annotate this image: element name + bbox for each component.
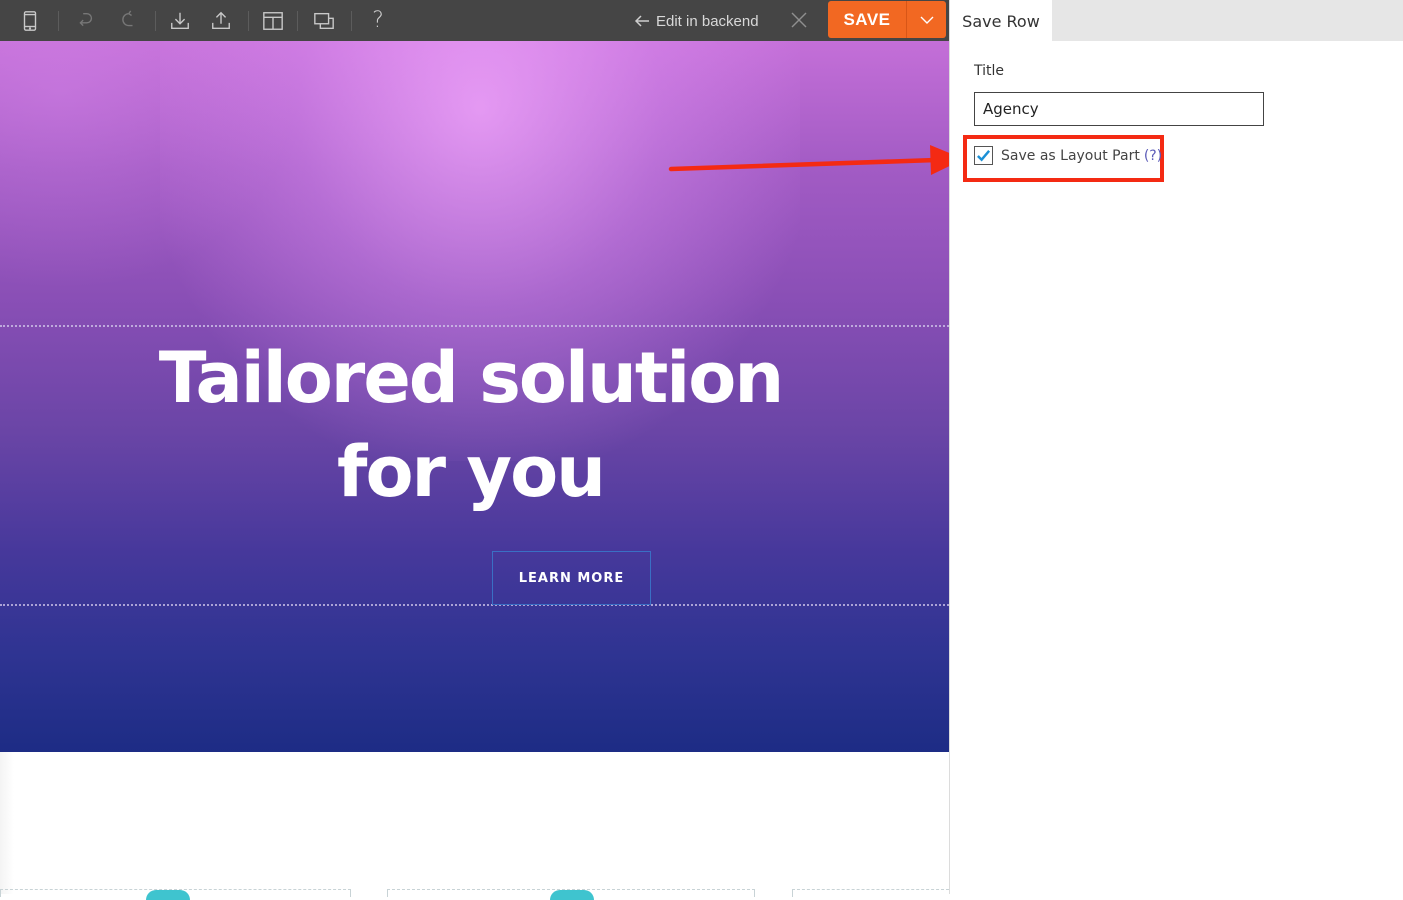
- learn-more-button[interactable]: LEARN MORE: [492, 551, 651, 605]
- checkmark-icon: [977, 150, 991, 162]
- toolbar-divider: [155, 11, 156, 31]
- edit-in-backend-link[interactable]: Edit in backend: [634, 9, 759, 33]
- toolbar-divider: [58, 11, 59, 31]
- toolbar-divider: [297, 11, 298, 31]
- undo-icon[interactable]: [72, 8, 98, 34]
- redo-icon[interactable]: [114, 8, 140, 34]
- save-row-panel: Save Row Title Save as Layout Part (?): [949, 0, 1403, 894]
- chevron-down-icon: [920, 16, 933, 24]
- tab-save-row[interactable]: Save Row: [950, 0, 1052, 42]
- panel-tab-bar: Save Row: [950, 0, 1403, 42]
- row-boundary-bottom: [0, 604, 949, 606]
- left-edge-shadow: [0, 752, 14, 894]
- help-icon[interactable]: ?: [365, 8, 391, 34]
- hero-background-highlight: [0, 41, 300, 291]
- hero-title-line-2: for you: [337, 431, 606, 513]
- toolbar-divider: [248, 11, 249, 31]
- save-button[interactable]: SAVE: [828, 1, 906, 38]
- layout-icon[interactable]: [260, 8, 286, 34]
- next-row-section: [0, 752, 949, 900]
- edit-in-backend-label: Edit in backend: [656, 12, 759, 30]
- upload-icon[interactable]: [208, 8, 234, 34]
- close-icon[interactable]: [789, 10, 809, 30]
- mobile-preview-icon[interactable]: [17, 8, 43, 34]
- row-boundary-top: [0, 325, 949, 327]
- column-outline[interactable]: [792, 889, 949, 897]
- save-as-layout-part-label: Save as Layout Part: [1001, 147, 1140, 164]
- save-as-layout-part-checkbox[interactable]: [974, 146, 993, 165]
- editor-toolbar: ? Edit in backend SAVE: [0, 0, 949, 41]
- download-icon[interactable]: [167, 8, 193, 34]
- hero-title-line-1: Tailored solution: [158, 337, 784, 419]
- arrow-left-icon: [634, 15, 649, 27]
- responsive-preview-icon[interactable]: [311, 8, 337, 34]
- annotation-arrow-icon: [668, 145, 964, 175]
- hero-title[interactable]: Tailored solution for you: [0, 331, 949, 519]
- help-link[interactable]: (?): [1144, 148, 1162, 164]
- feature-icon-top: [550, 890, 594, 900]
- help-glyph: ?: [372, 8, 384, 33]
- save-as-layout-part-option: Save as Layout Part (?): [974, 146, 1162, 165]
- save-options-dropdown[interactable]: [906, 1, 946, 38]
- title-input[interactable]: [974, 92, 1264, 126]
- toolbar-divider: [351, 11, 352, 31]
- feature-icon-top: [146, 890, 190, 900]
- title-label: Title: [974, 63, 1005, 79]
